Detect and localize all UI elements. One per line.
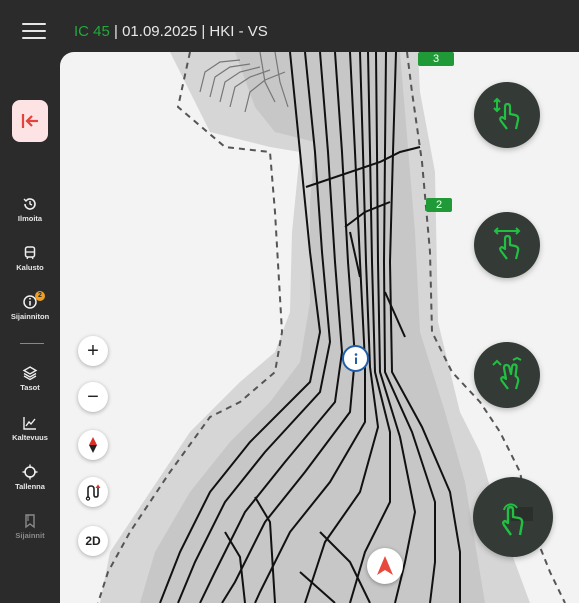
- sidebar-item-label: Tasot: [20, 383, 40, 392]
- gesture-hint-vertical-drag[interactable]: [474, 82, 540, 148]
- sidebar-item-label: Sijainniton: [10, 312, 50, 321]
- route-icon: [85, 484, 101, 501]
- sidebar-item-label: Kaltevuus: [12, 433, 48, 442]
- sidebar-divider: [20, 343, 44, 344]
- sidebar-item-label: Kalusto: [16, 263, 44, 272]
- train-id: IC 45: [74, 23, 110, 40]
- sidebar-item-label: Tallenna: [15, 482, 45, 491]
- drag-horizontal-hand-icon: [493, 227, 521, 260]
- sidebar: Ilmoita Kalusto 2 Sijainniton Tasot Kalt…: [0, 52, 60, 603]
- gesture-hint-horizontal-drag[interactable]: [474, 212, 540, 278]
- top-bar: IC 45 | 01.09.2025 | HKI - VS: [0, 0, 579, 52]
- two-finger-hand-icon: [492, 356, 522, 390]
- tap-hand-icon: [502, 503, 533, 536]
- route-button[interactable]: [78, 477, 108, 507]
- navigation-arrow-icon: [377, 556, 393, 575]
- sidebar-item-kalusto[interactable]: Kalusto: [0, 245, 60, 272]
- location-info-marker[interactable]: [342, 345, 369, 372]
- recenter-navigation-button[interactable]: [367, 548, 403, 584]
- info-icon: [354, 352, 357, 364]
- zoom-in-button[interactable]: +: [78, 336, 108, 366]
- exit-button[interactable]: [12, 100, 48, 142]
- km-marker: 2: [426, 198, 452, 212]
- bookmark-icon: [25, 514, 35, 529]
- sidebar-item-label: Ilmoita: [17, 214, 43, 223]
- view-mode-label: 2D: [85, 534, 101, 548]
- sidebar-item-sijainnit[interactable]: Sijainnit: [0, 513, 60, 540]
- gesture-hint-tap[interactable]: [473, 477, 553, 557]
- chart-icon: [23, 417, 36, 430]
- crosshair-icon: [22, 464, 38, 480]
- sidebar-item-sijainniton[interactable]: 2 Sijainniton: [0, 291, 60, 321]
- sidebar-item-tallenna[interactable]: Tallenna: [0, 464, 60, 491]
- history-icon: [23, 198, 36, 210]
- sidebar-item-ilmoita[interactable]: Ilmoita: [0, 196, 60, 223]
- compass-button[interactable]: [78, 430, 108, 460]
- sidebar-item-tasot[interactable]: Tasot: [0, 365, 60, 392]
- layers-icon: [22, 366, 38, 381]
- trip-title: IC 45 | 01.09.2025 | HKI - VS: [74, 23, 268, 40]
- drag-vertical-hand-icon: [493, 97, 520, 130]
- view-mode-toggle[interactable]: 2D: [78, 526, 108, 556]
- zoom-in-label: +: [87, 339, 99, 362]
- app-root: IC 45 | 01.09.2025 | HKI - VS Ilmoita Ka…: [0, 0, 579, 603]
- menu-icon[interactable]: [22, 23, 46, 41]
- km-marker: 3: [418, 52, 454, 66]
- notification-badge: 2: [35, 291, 45, 301]
- track-map[interactable]: 3 2 + − 2D: [60, 52, 579, 603]
- compass-icon: [89, 437, 97, 453]
- sidebar-item-kaltevuus[interactable]: Kaltevuus: [0, 415, 60, 442]
- gesture-hint-two-finger-drag[interactable]: [474, 342, 540, 408]
- trip-info: | 01.09.2025 | HKI - VS: [109, 23, 268, 40]
- sidebar-item-label: Sijainnit: [15, 531, 45, 540]
- train-icon: [24, 246, 36, 260]
- zoom-out-button[interactable]: −: [78, 382, 108, 412]
- exit-icon: [21, 114, 38, 128]
- zoom-out-label: −: [87, 385, 99, 408]
